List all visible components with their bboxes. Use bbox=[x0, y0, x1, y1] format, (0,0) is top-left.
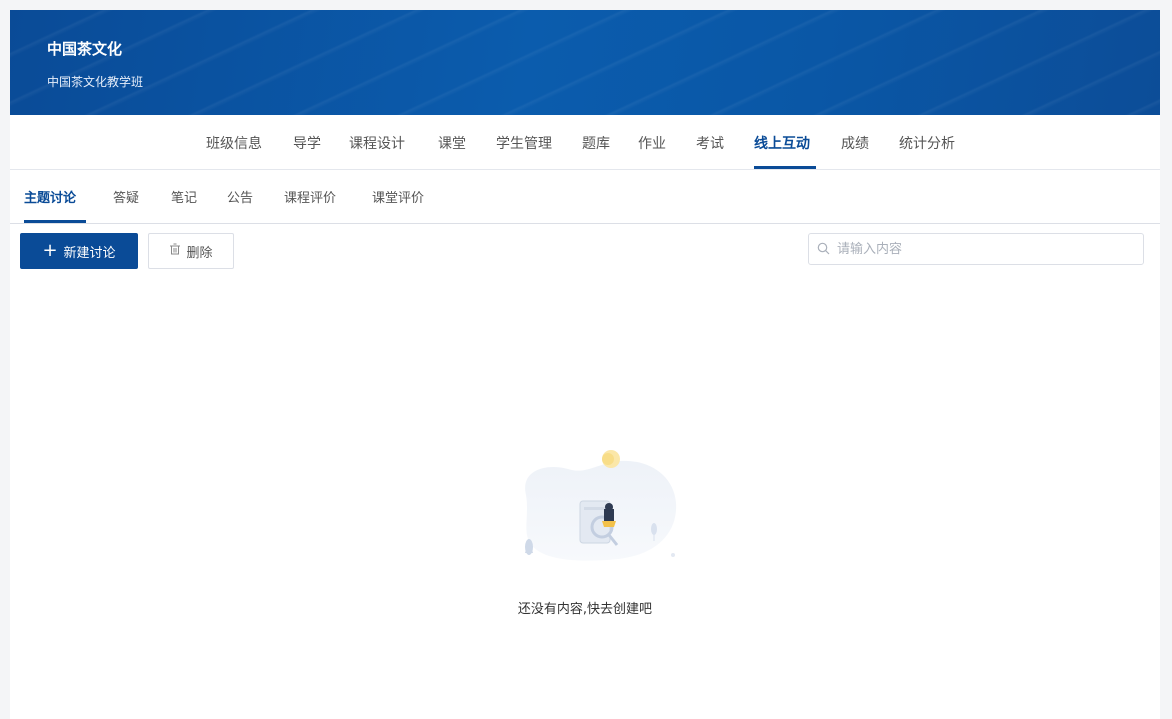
nav-item-guide[interactable]: 导学 bbox=[293, 133, 321, 153]
delete-button[interactable]: 删除 bbox=[148, 233, 234, 269]
trash-icon bbox=[169, 243, 181, 259]
nav-item-homework[interactable]: 作业 bbox=[638, 133, 666, 153]
main-nav: 班级信息 导学 课程设计 课堂 学生管理 题库 作业 考试 线上互动 成绩 统计… bbox=[10, 115, 1160, 170]
nav-item-statistics[interactable]: 统计分析 bbox=[899, 133, 955, 153]
nav-item-class-info[interactable]: 班级信息 bbox=[206, 133, 262, 153]
course-banner: 中国茶文化 中国茶文化教学班 bbox=[10, 10, 1160, 115]
new-discussion-button[interactable]: + 新建讨论 bbox=[20, 233, 138, 269]
search-input[interactable] bbox=[835, 240, 1129, 258]
page-frame: 中国茶文化 中国茶文化教学班 班级信息 导学 课程设计 课堂 学生管理 题库 作… bbox=[10, 10, 1160, 719]
empty-state-illustration bbox=[498, 435, 688, 575]
course-title: 中国茶文化 bbox=[47, 40, 123, 58]
empty-state-message: 还没有内容,快去创建吧 bbox=[517, 602, 653, 617]
nav-item-course-design[interactable]: 课程设计 bbox=[349, 133, 405, 153]
nav-item-online-interaction[interactable]: 线上互动 bbox=[754, 133, 810, 153]
tab-qa[interactable]: 答疑 bbox=[113, 187, 139, 206]
tab-announcements[interactable]: 公告 bbox=[227, 187, 253, 206]
tab-topic-discussion[interactable]: 主题讨论 bbox=[24, 187, 76, 206]
search-icon bbox=[817, 240, 830, 259]
search-box bbox=[808, 233, 1144, 265]
tab-course-evaluation[interactable]: 课程评价 bbox=[284, 187, 336, 206]
nav-item-student-mgmt[interactable]: 学生管理 bbox=[496, 133, 552, 153]
nav-item-exam[interactable]: 考试 bbox=[696, 133, 724, 153]
delete-label: 删除 bbox=[186, 245, 213, 261]
nav-item-question-bank[interactable]: 题库 bbox=[582, 133, 610, 153]
class-name: 中国茶文化教学班 bbox=[47, 75, 144, 89]
nav-item-classroom[interactable]: 课堂 bbox=[438, 133, 466, 153]
sub-nav: 主题讨论 答疑 笔记 公告 课程评价 课堂评价 bbox=[10, 170, 1160, 224]
nav-item-grades[interactable]: 成绩 bbox=[841, 133, 869, 153]
tab-notes[interactable]: 笔记 bbox=[171, 187, 197, 206]
new-discussion-label: 新建讨论 bbox=[63, 245, 116, 261]
tab-classroom-evaluation[interactable]: 课堂评价 bbox=[372, 187, 424, 206]
plus-icon: + bbox=[42, 240, 58, 261]
tab-active-indicator bbox=[24, 220, 86, 223]
nav-active-indicator bbox=[754, 166, 816, 169]
